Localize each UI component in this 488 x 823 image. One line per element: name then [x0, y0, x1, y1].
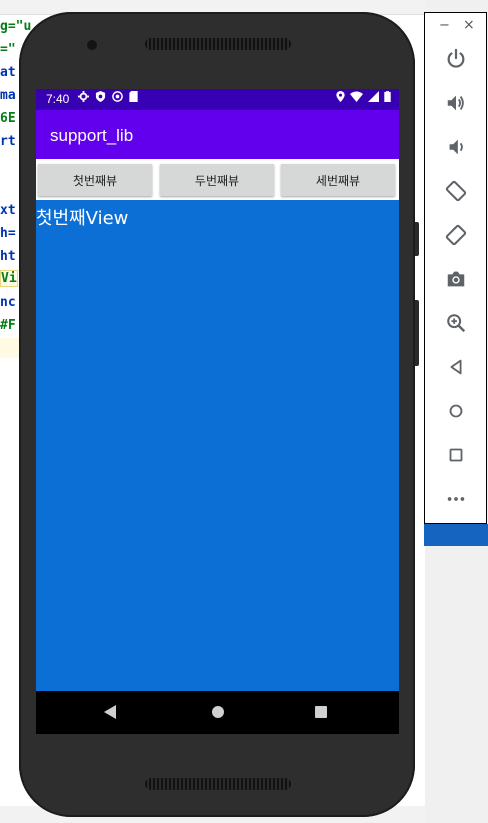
- code-fragment[interactable]: #F: [0, 318, 16, 333]
- side-button: [415, 222, 419, 256]
- close-icon[interactable]: ×: [463, 17, 475, 33]
- camera-icon[interactable]: [442, 265, 470, 293]
- code-fragment[interactable]: ma: [0, 88, 16, 103]
- code-fragment[interactable]: ht: [0, 249, 16, 264]
- power-icon[interactable]: [442, 45, 470, 73]
- battery-icon: [384, 91, 391, 102]
- location-icon: [336, 91, 345, 102]
- third-view-button[interactable]: 세번째뷰: [281, 164, 395, 196]
- wifi-icon: [350, 91, 363, 102]
- status-time: 7:40: [46, 92, 70, 106]
- app-bar: support_lib: [36, 110, 399, 159]
- side-button: [415, 300, 419, 366]
- code-fragment[interactable]: 6E: [0, 111, 16, 126]
- minimize-icon[interactable]: −: [439, 18, 450, 33]
- nav-home-icon[interactable]: [212, 706, 224, 718]
- sync-icon: [112, 91, 123, 102]
- notification-icons: [78, 91, 138, 102]
- code-fragment[interactable]: =": [0, 42, 16, 57]
- view-text: 첫번째View: [36, 208, 129, 229]
- rotate-left-icon[interactable]: [442, 177, 470, 205]
- code-fragment[interactable]: h=: [0, 226, 16, 241]
- volume-up-icon[interactable]: [442, 89, 470, 117]
- rotate-right-icon[interactable]: [442, 221, 470, 249]
- nav-back-icon[interactable]: [104, 705, 116, 719]
- device-screen: 7:40 support_lib 첫번째뷰 두번째뷰 세번째뷰 첫번째View: [36, 89, 399, 734]
- emulator-toolbar: − ×: [424, 12, 487, 524]
- code-fragment[interactable]: xt: [0, 203, 16, 218]
- code-fragment[interactable]: nc: [0, 295, 16, 310]
- system-status-icons: [336, 91, 391, 102]
- view-switch-buttons: 첫번째뷰 두번째뷰 세번째뷰: [36, 159, 399, 200]
- zoom-icon[interactable]: [442, 309, 470, 337]
- overview-icon[interactable]: [442, 441, 470, 469]
- view-content: 첫번째View: [36, 200, 399, 691]
- code-fragment[interactable]: rt: [0, 134, 16, 149]
- bottom-speaker: [145, 778, 291, 790]
- front-camera: [87, 40, 97, 50]
- app-title: support_lib: [50, 126, 134, 145]
- second-view-button[interactable]: 두번째뷰: [160, 164, 274, 196]
- home-icon[interactable]: [442, 397, 470, 425]
- first-view-button[interactable]: 첫번째뷰: [38, 164, 152, 196]
- shield-icon: [95, 91, 106, 102]
- volume-down-icon[interactable]: [442, 133, 470, 161]
- code-fragment[interactable]: Vi: [0, 270, 18, 287]
- signal-icon: [368, 91, 379, 102]
- status-bar: 7:40: [36, 89, 399, 110]
- top-speaker: [145, 38, 291, 50]
- sd-card-icon: [129, 91, 138, 102]
- nav-overview-icon[interactable]: [315, 706, 327, 718]
- more-icon[interactable]: [442, 485, 470, 513]
- code-fragment[interactable]: at: [0, 65, 16, 80]
- emulator-panel-strip: [424, 524, 488, 546]
- settings-icon: [78, 91, 89, 102]
- code-fragment[interactable]: g="u: [0, 19, 31, 34]
- back-icon[interactable]: [442, 353, 470, 381]
- navigation-bar: [36, 691, 399, 734]
